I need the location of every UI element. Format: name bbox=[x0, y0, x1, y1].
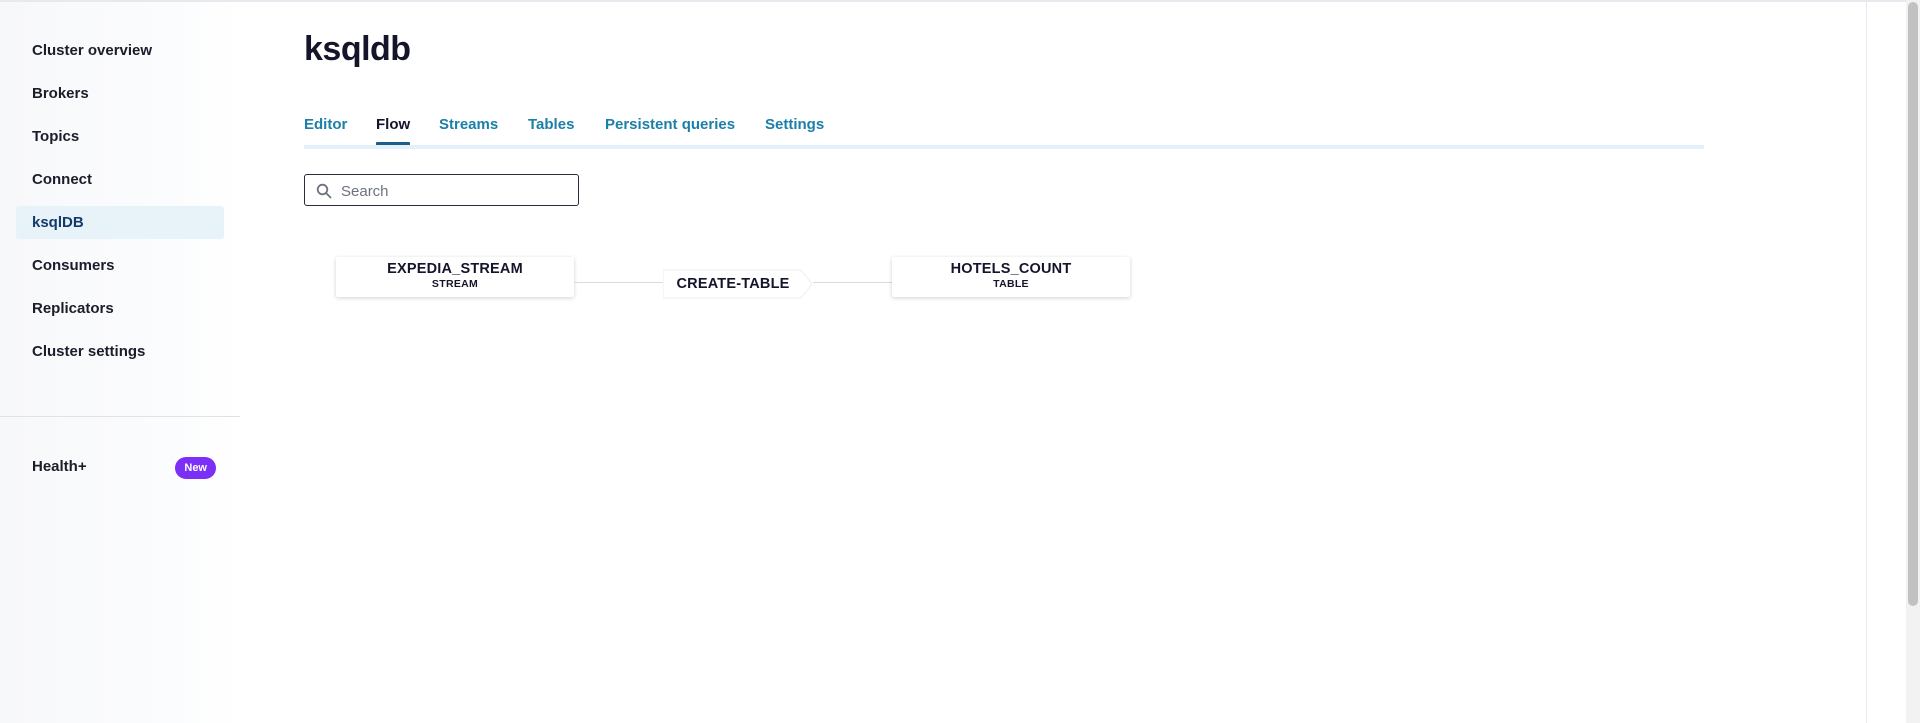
sidebar-item-consumers[interactable]: Consumers bbox=[16, 249, 224, 282]
sidebar-item-topics[interactable]: Topics bbox=[16, 120, 224, 153]
flow-node-sink-table[interactable]: HOTELS_COUNT TABLE bbox=[892, 257, 1130, 297]
search-input[interactable] bbox=[339, 179, 573, 203]
sidebar-divider bbox=[0, 416, 240, 417]
source-node-type: STREAM bbox=[431, 278, 479, 290]
query-node-label: CREATE-TABLE bbox=[676, 276, 790, 292]
sidebar-item-brokers[interactable]: Brokers bbox=[16, 77, 224, 110]
tab-tables[interactable]: Tables bbox=[528, 116, 574, 146]
sink-node-type: TABLE bbox=[993, 278, 1029, 290]
flow-node-source-stream[interactable]: EXPEDIA_STREAM STREAM bbox=[336, 257, 574, 297]
page-title: ksqldb bbox=[304, 30, 411, 68]
health-plus-label: Health+ bbox=[32, 458, 87, 475]
tab-bar: Editor Flow Streams Tables Persistent qu… bbox=[304, 116, 1704, 148]
scrollbar-thumb[interactable] bbox=[1908, 2, 1918, 606]
flow-graph: EXPEDIA_STREAM STREAM CREATE-TABLE HOTEL… bbox=[304, 245, 1304, 325]
flow-node-query[interactable]: CREATE-TABLE bbox=[663, 269, 813, 299]
flow-edge-source-to-query bbox=[574, 282, 664, 283]
new-badge: New bbox=[175, 457, 216, 479]
sidebar-item-cluster-settings[interactable]: Cluster settings bbox=[16, 335, 224, 368]
sidebar-item-health-plus[interactable]: Health+ New bbox=[32, 456, 216, 480]
tab-streams[interactable]: Streams bbox=[439, 116, 498, 146]
tab-underline-rail bbox=[304, 145, 1704, 149]
tab-editor[interactable]: Editor bbox=[304, 116, 347, 146]
search-icon bbox=[316, 183, 332, 199]
source-node-name: EXPEDIA_STREAM bbox=[387, 261, 523, 277]
tab-persistent-queries[interactable]: Persistent queries bbox=[605, 116, 735, 146]
right-panel-divider bbox=[1866, 2, 1867, 723]
flow-edge-query-to-sink bbox=[813, 282, 903, 283]
sidebar-nav: Cluster overview Brokers Topics Connect … bbox=[16, 34, 224, 378]
sidebar: Cluster overview Brokers Topics Connect … bbox=[0, 2, 240, 723]
tab-flow[interactable]: Flow bbox=[376, 116, 411, 146]
sidebar-item-replicators[interactable]: Replicators bbox=[16, 292, 224, 325]
tab-settings[interactable]: Settings bbox=[765, 116, 824, 146]
sidebar-item-ksqldb[interactable]: ksqlDB bbox=[16, 206, 224, 239]
search-box bbox=[304, 174, 579, 206]
sidebar-item-cluster-overview[interactable]: Cluster overview bbox=[16, 34, 224, 67]
sidebar-item-connect[interactable]: Connect bbox=[16, 163, 224, 196]
main-content: ksqldb Editor Flow Streams Tables Persis… bbox=[304, 0, 1704, 723]
sink-node-name: HOTELS_COUNT bbox=[950, 261, 1072, 277]
